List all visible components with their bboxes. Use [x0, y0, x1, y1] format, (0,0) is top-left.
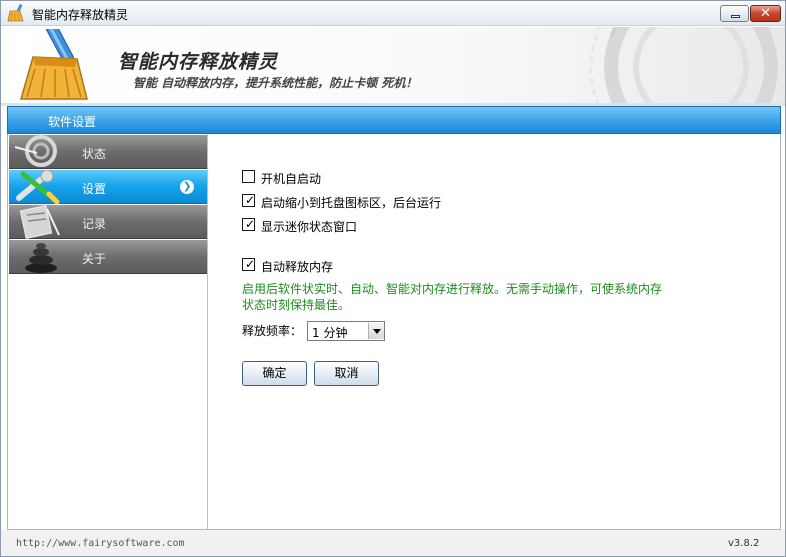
option-label: 自动释放内存 — [261, 260, 334, 274]
status-gauge-icon — [14, 135, 57, 167]
option-label: 显示迷你状态窗口 — [261, 220, 358, 234]
sidebar-item-status[interactable]: 状态 — [9, 135, 207, 169]
checkmark-icon: ✓ — [245, 193, 256, 207]
minimize-to-tray-checkbox[interactable]: ✓ — [242, 193, 256, 207]
close-icon: ✕ — [760, 6, 771, 21]
section-bar: 软件设置 — [7, 106, 781, 134]
broom-logo-icon — [20, 29, 88, 100]
sidebar-item-log[interactable]: 记录 — [9, 205, 207, 239]
frequency-value: 1 分钟 — [312, 326, 348, 340]
option-label: 开机自启动 — [261, 172, 322, 186]
minimize-button[interactable] — [720, 5, 749, 22]
ok-button[interactable]: 确定 — [242, 361, 307, 386]
frequency-label: 释放频率： — [242, 324, 303, 338]
website-url[interactable]: http://www.fairysoftware.com — [16, 538, 185, 549]
sidebar-item-label: 状态 — [82, 147, 107, 161]
cancel-button[interactable]: 取消 — [314, 361, 379, 386]
sidebar-item-label: 设置 — [82, 182, 107, 196]
frequency-select[interactable]: 1 分钟 — [307, 321, 385, 341]
title-bar[interactable]: 智能内存释放精灵 ✕ — [1, 1, 785, 26]
decorative-gear-graphic — [589, 27, 785, 103]
content-frame: 状态 设置 ❯ 记录 关于 开机自启动 ✓ 启动缩小到托盘图标区，后台运行 ✓ … — [7, 134, 781, 530]
auto-release-checkbox[interactable]: ✓ — [242, 257, 256, 271]
autostart-checkbox[interactable] — [242, 170, 255, 183]
sidebar-item-label: 记录 — [82, 217, 107, 231]
mini-window-checkbox[interactable]: ✓ — [242, 217, 256, 231]
sidebar-item-about[interactable]: 关于 — [9, 240, 207, 274]
log-document-icon — [19, 205, 60, 239]
app-slogan: 智能 自动释放内存，提升系统性能，防止卡顿 死机！ — [133, 76, 418, 90]
version-label: v3.8.2 — [728, 538, 760, 549]
window-title: 智能内存释放精灵 — [32, 8, 129, 22]
sidebar-item-settings[interactable]: 设置 ❯ — [9, 170, 207, 204]
auto-release-description: 启用后软件状实时、自动、智能对内存进行释放。无需手动操作，可使系统内存状态时刻保… — [242, 282, 663, 312]
option-label: 启动缩小到托盘图标区，后台运行 — [261, 196, 442, 210]
close-button[interactable]: ✕ — [750, 5, 781, 22]
sidebar: 状态 设置 ❯ 记录 关于 — [8, 134, 208, 529]
dropdown-arrow-icon[interactable] — [368, 323, 384, 339]
checkmark-icon: ✓ — [245, 257, 256, 271]
broom-app-icon — [7, 4, 24, 22]
minimize-icon — [731, 15, 740, 18]
header-banner: 智能内存释放精灵 智能 自动释放内存，提升系统性能，防止卡顿 死机！ — [1, 27, 785, 103]
status-bar: http://www.fairysoftware.com v3.8.2 — [1, 530, 785, 556]
section-title: 软件设置 — [48, 115, 97, 129]
settings-panel: 开机自启动 ✓ 启动缩小到托盘图标区，后台运行 ✓ 显示迷你状态窗口 ✓ 自动释… — [209, 134, 781, 529]
about-stones-icon — [25, 243, 57, 273]
wrench-screwdriver-icon — [16, 170, 60, 204]
app-name-heading: 智能内存释放精灵 — [118, 51, 279, 73]
chevron-right-icon: ❯ — [180, 180, 194, 194]
app-window: 智能内存释放精灵 ✕ 智能内存释放精灵 智能 自动释放内存，提升系统性能，防止卡… — [0, 0, 786, 557]
sidebar-item-label: 关于 — [82, 252, 107, 266]
checkmark-icon: ✓ — [245, 217, 256, 231]
